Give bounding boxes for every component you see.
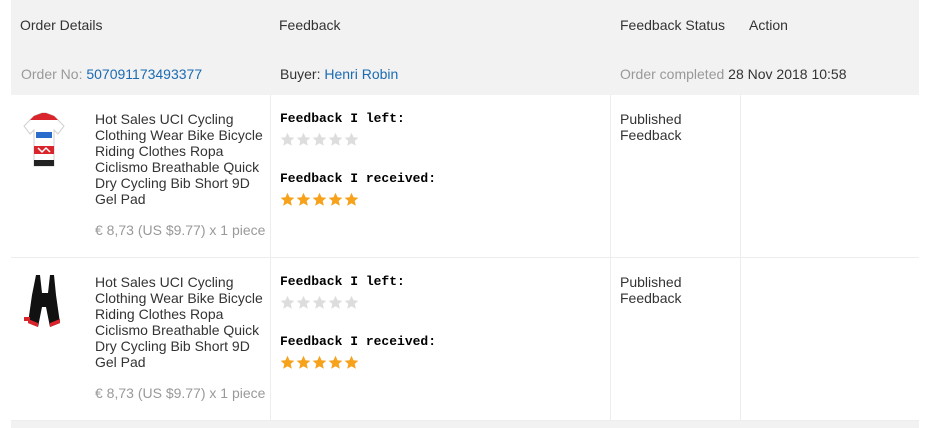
order-summary-row: Order No: 507091173493377 Buyer: Henri R…: [11, 49, 919, 95]
star-icon: [344, 295, 359, 309]
star-icon: [344, 192, 359, 206]
star-icon: [296, 295, 311, 309]
star-icon: [312, 132, 327, 146]
star-icon: [280, 132, 295, 146]
column-divider: [270, 95, 271, 257]
buyer-link[interactable]: Henri Robin: [324, 66, 398, 82]
product-image-bib-shorts[interactable]: [20, 273, 68, 333]
column-divider: [740, 258, 741, 420]
feedback-status: Published Feedback: [620, 111, 682, 143]
star-icon: [328, 295, 343, 309]
buyer: Buyer: Henri Robin: [280, 66, 398, 82]
star-icon: [328, 355, 343, 369]
order-status: Order completed 28 Nov 2018 10:58: [620, 66, 847, 82]
table-footer: [11, 421, 919, 428]
star-icon: [296, 192, 311, 206]
feedback-left-label: Feedback I left:: [280, 274, 405, 289]
star-icon: [280, 355, 295, 369]
star-icon: [312, 355, 327, 369]
buyer-label: Buyer:: [280, 66, 321, 82]
product-title[interactable]: Hot Sales UCI Cycling Clothing Wear Bike…: [95, 111, 267, 207]
star-icon: [296, 355, 311, 369]
product-price: € 8,73 (US $9.77) x 1 piece: [95, 385, 266, 401]
feedback-received-label: Feedback I received:: [280, 334, 437, 349]
star-icon: [312, 192, 327, 206]
table-row: Hot Sales UCI Cycling Clothing Wear Bike…: [11, 95, 919, 258]
feedback-received-stars: [280, 355, 359, 370]
order-status-text: Order completed: [620, 66, 725, 82]
column-divider: [270, 258, 271, 420]
star-icon: [312, 295, 327, 309]
column-divider: [610, 258, 611, 420]
order-table: Order Details Feedback Feedback Status A…: [11, 0, 919, 421]
feedback-left-stars: [280, 295, 359, 310]
order-no-link[interactable]: 507091173493377: [86, 66, 202, 82]
star-icon: [344, 355, 359, 369]
order-number: Order No: 507091173493377: [21, 66, 202, 82]
star-icon: [328, 192, 343, 206]
star-icon: [280, 295, 295, 309]
order-no-label: Order No:: [21, 66, 83, 82]
star-icon: [328, 132, 343, 146]
order-completed-date: 28 Nov 2018 10:58: [728, 66, 847, 82]
col-feedback-status: Feedback Status: [620, 17, 726, 33]
product-price: € 8,73 (US $9.77) x 1 piece: [95, 222, 266, 238]
product-title[interactable]: Hot Sales UCI Cycling Clothing Wear Bike…: [95, 274, 267, 370]
table-row: Hot Sales UCI Cycling Clothing Wear Bike…: [11, 258, 919, 421]
column-divider: [740, 95, 741, 257]
column-divider: [610, 95, 611, 257]
col-action: Action: [749, 17, 788, 33]
feedback-status: Published Feedback: [620, 274, 682, 306]
feedback-received-stars: [280, 192, 359, 207]
feedback-left-label: Feedback I left:: [280, 111, 405, 126]
feedback-left-stars: [280, 132, 359, 147]
star-icon: [344, 132, 359, 146]
product-image-jersey[interactable]: [20, 110, 68, 170]
col-order-details: Order Details: [20, 17, 103, 33]
table-header: Order Details Feedback Feedback Status A…: [11, 0, 919, 49]
star-icon: [280, 192, 295, 206]
star-icon: [296, 132, 311, 146]
col-feedback: Feedback: [279, 17, 341, 33]
feedback-received-label: Feedback I received:: [280, 171, 437, 186]
